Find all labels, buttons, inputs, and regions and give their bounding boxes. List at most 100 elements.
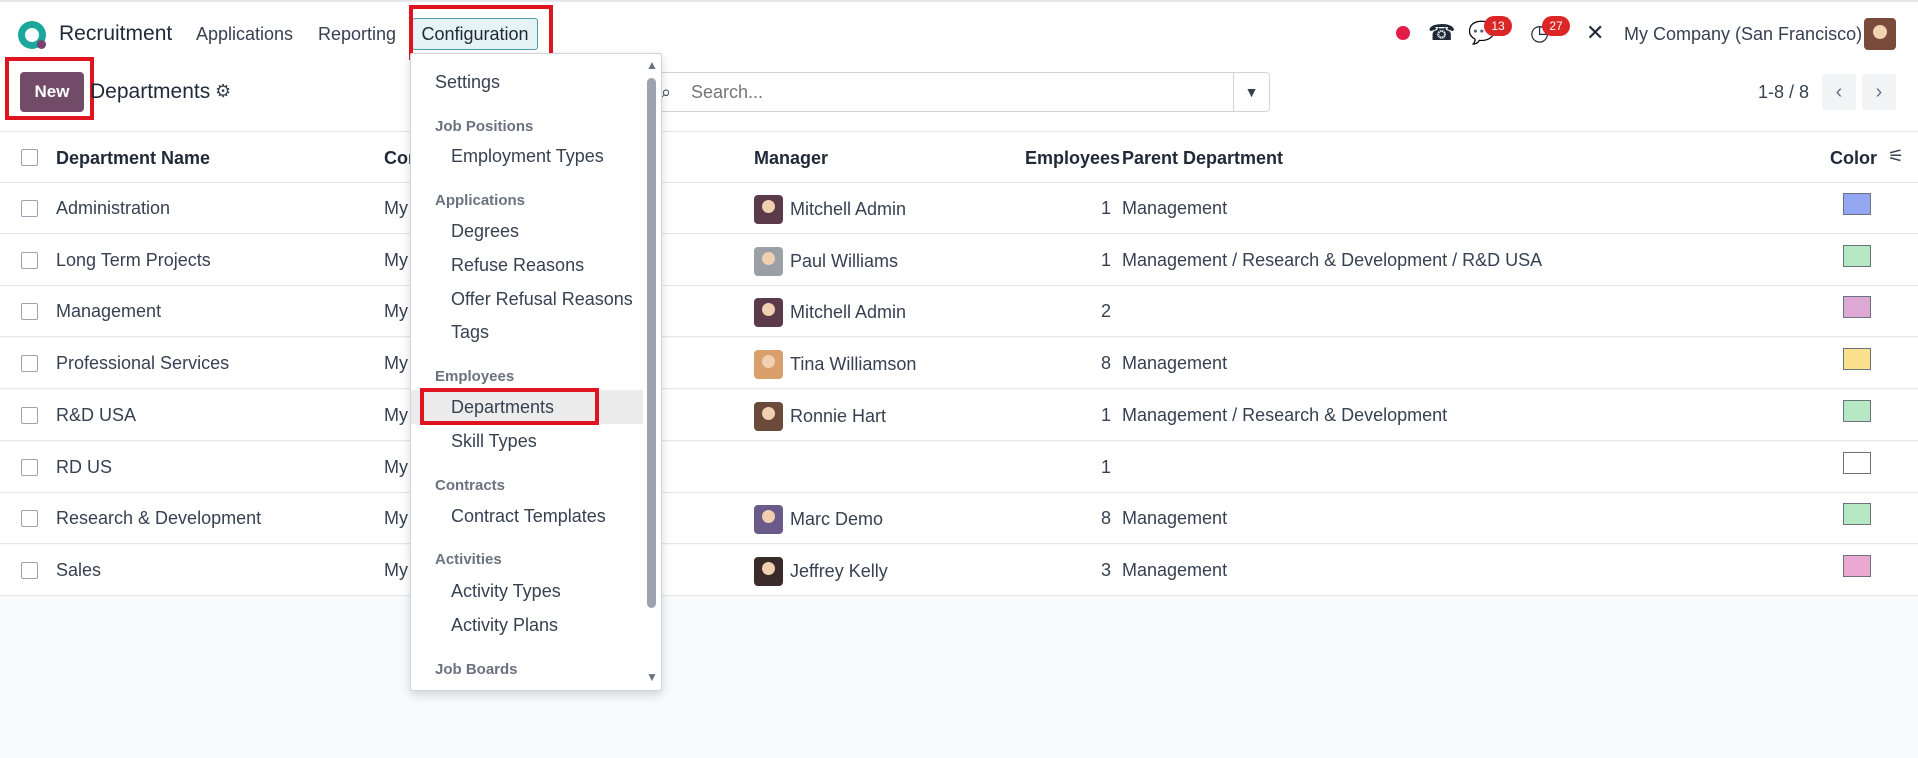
company-name: My	[384, 198, 408, 218]
phone-icon[interactable]: ☎	[1428, 21, 1455, 45]
row-checkbox[interactable]	[21, 303, 38, 321]
parent-department: Management / Research & Development	[1122, 404, 1448, 425]
menu-header-job-boards: Job Boards	[435, 661, 518, 678]
pager-value[interactable]: 1-8 / 8	[1758, 82, 1809, 103]
column-settings-icon[interactable]: ⚟	[1888, 146, 1904, 167]
color-swatch	[1843, 244, 1871, 267]
highlight-departments	[420, 388, 599, 425]
row-checkbox[interactable]	[21, 406, 38, 424]
manager-name: Mitchell Admin	[790, 302, 907, 323]
manager-name: Paul Williams	[790, 250, 899, 271]
row-checkbox[interactable]	[21, 251, 38, 269]
department-name: Management	[56, 301, 162, 322]
header-color[interactable]: Color	[1830, 148, 1877, 169]
parent-department: Management / Research & Development / R&…	[1122, 249, 1543, 270]
menu-contract-templates[interactable]: Contract Templates	[411, 499, 643, 533]
highlight-configuration	[409, 5, 553, 60]
employee-count: 1	[1100, 198, 1111, 218]
table-row[interactable]: Professional Services My Tina Williamson 8 M…	[0, 338, 1918, 390]
manager-name: Tina Williamson	[790, 354, 917, 375]
pager-next-button[interactable]: ›	[1862, 74, 1896, 110]
header-manager[interactable]: Manager	[754, 148, 828, 169]
menu-skill-types[interactable]: Skill Types	[411, 424, 643, 458]
tools-icon[interactable]: ✕	[1586, 21, 1604, 45]
table-row[interactable]: RD US My 1	[0, 441, 1918, 493]
color-swatch	[1843, 451, 1871, 474]
nav-reporting[interactable]: Reporting	[318, 24, 396, 45]
company-name: My	[384, 353, 408, 374]
department-name: Research & Development	[56, 508, 262, 529]
department-name: Administration	[56, 198, 171, 218]
menu-offer-refusal-reasons[interactable]: Offer Refusal Reasons	[411, 282, 643, 316]
company-name: My	[384, 301, 408, 322]
breadcrumb: Departments	[90, 80, 211, 103]
department-name: R&D USA	[56, 404, 137, 425]
table-row[interactable]: Research & Development My Marc Demo 8 Manage…	[0, 493, 1918, 545]
department-name: Professional Services	[56, 353, 230, 374]
color-swatch	[1843, 399, 1871, 422]
menu-settings[interactable]: Settings	[411, 65, 643, 99]
manager-avatar	[754, 298, 783, 328]
header-department-name[interactable]: Department Name	[56, 148, 210, 169]
menu-degrees[interactable]: Degrees	[411, 214, 643, 248]
top-navbar: Recruitment Applications Reporting Confi…	[0, 0, 1918, 64]
search-input[interactable]	[691, 82, 1211, 103]
menu-tags[interactable]: Tags	[411, 315, 643, 349]
menu-header-contracts: Contracts	[435, 477, 506, 494]
menu-refuse-reasons[interactable]: Refuse Reasons	[411, 248, 643, 282]
menu-activity-plans[interactable]: Activity Plans	[411, 608, 643, 642]
scroll-down-icon[interactable]: ▼	[646, 670, 658, 684]
manager-avatar	[754, 195, 783, 224]
control-panel: New Departments ⚙ ⌕ ▼ 1-8 / 8 ‹ ›	[0, 57, 1918, 132]
company-switcher[interactable]: My Company (San Francisco)	[1624, 24, 1862, 45]
table-row[interactable]: Management My Mitchell Admin 2	[0, 286, 1918, 338]
row-checkbox[interactable]	[21, 510, 38, 528]
manager-name: Mitchell Admin	[790, 199, 907, 219]
color-swatch	[1843, 348, 1871, 371]
department-name: Long Term Projects	[56, 249, 211, 270]
employee-count: 3	[1100, 559, 1111, 580]
table-row[interactable]: Administration My Mitchell Admin 1 Managemen…	[0, 183, 1918, 234]
employee-count: 2	[1100, 301, 1111, 322]
row-checkbox[interactable]	[21, 200, 38, 217]
pager-prev-button[interactable]: ‹	[1822, 74, 1856, 110]
app-logo-icon[interactable]	[18, 21, 46, 49]
department-name: RD US	[56, 456, 113, 477]
header-employees[interactable]: Employees	[1025, 148, 1120, 169]
parent-department: Management	[1122, 198, 1228, 218]
table-row[interactable]: Long Term Projects My Paul Williams 1 Manage…	[0, 234, 1918, 286]
row-checkbox[interactable]	[21, 561, 38, 579]
gear-icon[interactable]: ⚙	[215, 81, 231, 102]
search-options-icon[interactable]: ▼	[1233, 73, 1269, 111]
employee-count: 1	[1100, 404, 1111, 425]
table-row[interactable]: Sales My Jeffrey Kelly 3 Management	[0, 544, 1918, 596]
manager-name: Jeffrey Kelly	[790, 560, 888, 581]
menu-header-employees: Employees	[435, 368, 515, 385]
nav-applications[interactable]: Applications	[196, 24, 293, 45]
row-checkbox[interactable]	[21, 458, 38, 476]
search-bar[interactable]: ⌕ ▼	[650, 72, 1270, 112]
menu-employment-types[interactable]: Employment Types	[411, 139, 643, 173]
select-all-checkbox[interactable]	[21, 149, 38, 166]
color-swatch	[1843, 296, 1871, 319]
row-checkbox[interactable]	[21, 355, 38, 373]
user-avatar[interactable]	[1864, 18, 1896, 50]
menu-scrollbar-thumb[interactable]	[647, 78, 656, 608]
messages-badge: 13	[1484, 16, 1512, 36]
header-parent-department[interactable]: Parent Department	[1122, 148, 1283, 169]
parent-department: Management	[1122, 508, 1228, 529]
recording-status-icon[interactable]	[1396, 26, 1410, 40]
color-swatch	[1843, 503, 1871, 526]
menu-header-activities: Activities	[435, 551, 502, 568]
scroll-up-icon[interactable]: ▲	[646, 58, 658, 72]
app-title[interactable]: Recruitment	[59, 22, 172, 46]
menu-activity-types[interactable]: Activity Types	[411, 574, 643, 608]
company-name: My	[384, 456, 408, 477]
manager-avatar	[754, 505, 783, 535]
activities-badge: 27	[1542, 16, 1570, 36]
employee-count: 8	[1100, 353, 1111, 374]
company-name: My	[384, 508, 408, 529]
department-name: Sales	[56, 559, 102, 580]
table-row[interactable]: R&D USA My Ronnie Hart 1 Management / Resear…	[0, 389, 1918, 441]
manager-avatar	[754, 401, 783, 431]
